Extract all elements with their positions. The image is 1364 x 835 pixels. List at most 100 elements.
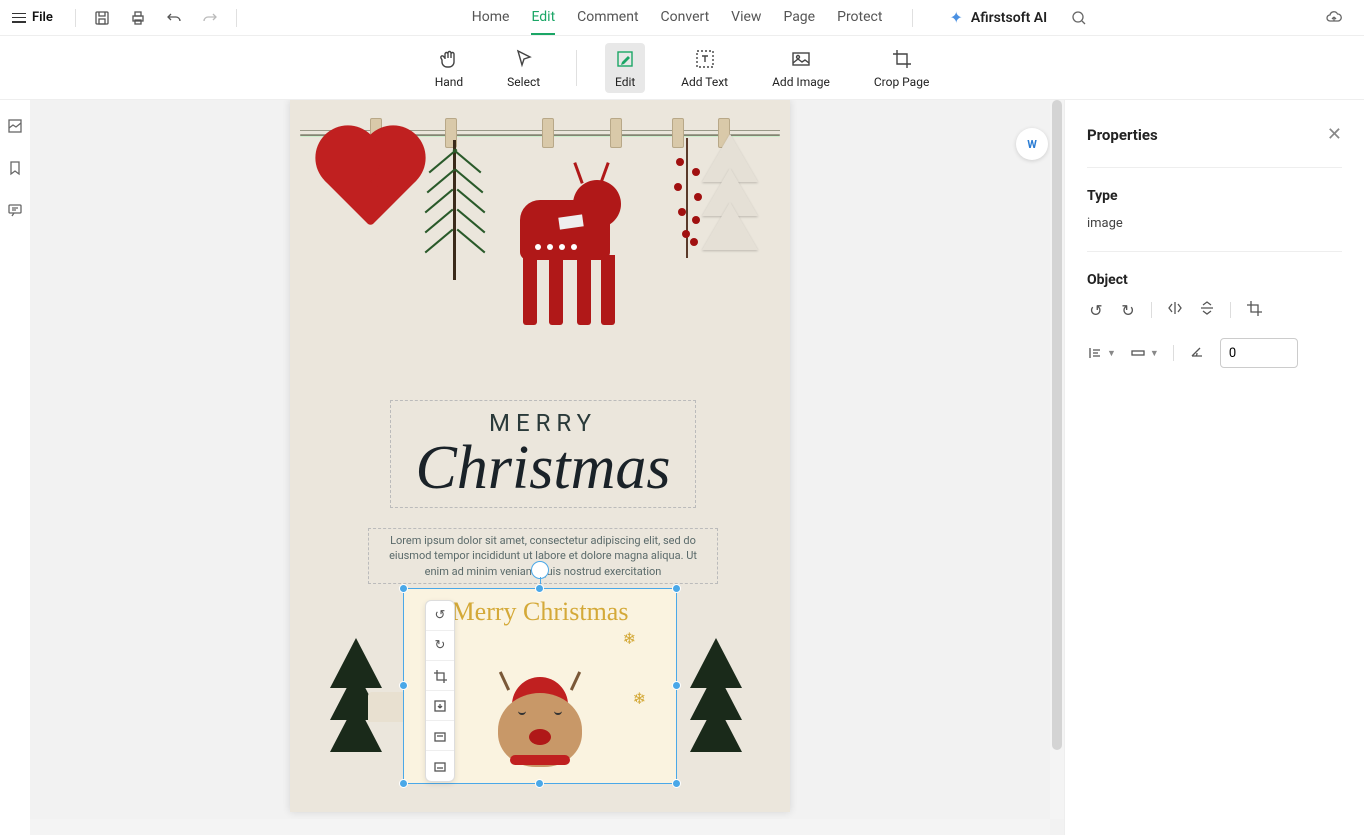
rotate-cw-icon[interactable]: ↻ bbox=[1119, 301, 1137, 320]
left-rail bbox=[0, 100, 30, 835]
ai-label: Afirstsoft AI bbox=[971, 10, 1047, 26]
text-icon bbox=[693, 47, 717, 71]
print-icon[interactable] bbox=[128, 8, 148, 28]
horizontal-scrollbar[interactable] bbox=[30, 819, 1050, 835]
edit-tool[interactable]: Edit bbox=[605, 43, 645, 93]
type-label: Type bbox=[1087, 188, 1342, 204]
separator bbox=[75, 9, 76, 27]
vertical-scrollbar[interactable] bbox=[1050, 100, 1064, 819]
redo-icon[interactable] bbox=[200, 8, 220, 28]
resize-handle-bm[interactable] bbox=[535, 779, 544, 788]
tab-page[interactable]: Page bbox=[783, 1, 815, 35]
heart-ornament bbox=[325, 135, 417, 227]
resize-handle-ml[interactable] bbox=[399, 681, 408, 690]
tab-view[interactable]: View bbox=[731, 1, 761, 35]
merry-text: MERRY bbox=[391, 409, 695, 437]
rotate-ccw-button[interactable]: ↺ bbox=[426, 601, 454, 631]
add-text-label: Add Text bbox=[681, 75, 728, 89]
chevron-down-icon: ▼ bbox=[1107, 348, 1116, 359]
add-image-label: Add Image bbox=[772, 75, 830, 89]
save-icon[interactable] bbox=[92, 8, 112, 28]
rotate-ccw-icon[interactable]: ↺ bbox=[1087, 301, 1105, 320]
crop-page-tool[interactable]: Crop Page bbox=[866, 43, 937, 93]
hand-icon bbox=[437, 47, 461, 71]
separator bbox=[236, 9, 237, 27]
chevron-down-icon: ▼ bbox=[1150, 348, 1159, 359]
menu-icon[interactable] bbox=[12, 13, 26, 23]
undo-icon[interactable] bbox=[164, 8, 184, 28]
resize-handle-br[interactable] bbox=[672, 779, 681, 788]
distribute-dropdown[interactable]: ▼ bbox=[1130, 345, 1159, 361]
comments-icon[interactable] bbox=[7, 202, 23, 222]
select-label: Select bbox=[507, 75, 540, 89]
arrange-button[interactable] bbox=[426, 751, 454, 781]
decoration-banner bbox=[290, 100, 790, 360]
bg-tree-right bbox=[690, 656, 750, 752]
hand-label: Hand bbox=[435, 75, 463, 89]
align-dropdown[interactable]: ▼ bbox=[1087, 345, 1116, 361]
object-label: Object bbox=[1087, 272, 1342, 288]
hand-tool[interactable]: Hand bbox=[427, 43, 471, 93]
main-area: MERRY Christmas Lorem ipsum dolor sit am… bbox=[0, 100, 1364, 835]
select-tool[interactable]: Select bbox=[499, 43, 548, 93]
tab-protect[interactable]: Protect bbox=[837, 1, 882, 35]
pine-branch bbox=[425, 140, 485, 290]
document-page[interactable]: MERRY Christmas Lorem ipsum dolor sit am… bbox=[290, 100, 790, 812]
scroll-thumb[interactable] bbox=[1052, 100, 1062, 750]
rotate-cw-button[interactable]: ↻ bbox=[426, 631, 454, 661]
resize-handle-bl[interactable] bbox=[399, 779, 408, 788]
resize-handle-tr[interactable] bbox=[672, 584, 681, 593]
extract-button[interactable] bbox=[426, 691, 454, 721]
reindeer-ornament bbox=[505, 160, 625, 330]
separator bbox=[1230, 302, 1231, 318]
cloud-upload-icon[interactable] bbox=[1324, 8, 1344, 28]
separator bbox=[1173, 345, 1174, 361]
add-text-tool[interactable]: Add Text bbox=[673, 43, 736, 93]
replace-button[interactable] bbox=[426, 721, 454, 751]
crop-button[interactable] bbox=[426, 661, 454, 691]
tree-ornament bbox=[702, 148, 762, 248]
resize-handle-tl[interactable] bbox=[399, 584, 408, 593]
top-toolbar: File Home Edit Comment Convert View Page… bbox=[0, 0, 1364, 36]
snowflake-icon: ❄ bbox=[633, 689, 646, 708]
search-icon[interactable] bbox=[1069, 8, 1089, 28]
cursor-icon bbox=[512, 47, 536, 71]
sparkle-icon: ✦ bbox=[949, 8, 962, 27]
properties-panel: Properties ✕ Type image Object ↺ ↻ ▼ ▼ bbox=[1064, 100, 1364, 835]
crop-label: Crop Page bbox=[874, 75, 929, 89]
title-text-box[interactable]: MERRY Christmas bbox=[390, 400, 696, 508]
snowflake-icon: ❄ bbox=[623, 629, 636, 648]
close-panel-button[interactable]: ✕ bbox=[1327, 124, 1342, 145]
word-export-button[interactable]: W bbox=[1016, 128, 1048, 160]
canvas[interactable]: MERRY Christmas Lorem ipsum dolor sit am… bbox=[30, 100, 1064, 835]
crop-object-icon[interactable] bbox=[1245, 300, 1263, 320]
edit-label: Edit bbox=[615, 75, 635, 89]
thumbnails-icon[interactable] bbox=[7, 118, 23, 138]
resize-handle-mr[interactable] bbox=[672, 681, 681, 690]
tab-convert[interactable]: Convert bbox=[661, 1, 710, 35]
crop-icon bbox=[890, 47, 914, 71]
add-image-tool[interactable]: Add Image bbox=[764, 43, 838, 93]
resize-handle-tm[interactable] bbox=[535, 584, 544, 593]
selection-toolbar: ↺ ↻ bbox=[425, 600, 455, 782]
tab-edit[interactable]: Edit bbox=[531, 1, 555, 35]
angle-icon bbox=[1188, 343, 1206, 363]
file-menu[interactable]: File bbox=[32, 10, 53, 25]
separator bbox=[576, 50, 577, 86]
rotation-input[interactable] bbox=[1220, 338, 1298, 368]
ai-button[interactable]: ✦ Afirstsoft AI bbox=[949, 8, 1047, 27]
bg-cabin bbox=[368, 692, 408, 722]
separator bbox=[1151, 302, 1152, 318]
bookmark-icon[interactable] bbox=[7, 160, 23, 180]
tab-home[interactable]: Home bbox=[472, 1, 510, 35]
tab-comment[interactable]: Comment bbox=[577, 1, 638, 35]
main-tabs: Home Edit Comment Convert View Page Prot… bbox=[472, 1, 883, 35]
edit-toolbar: Hand Select Edit Add Text Add Image Crop… bbox=[0, 36, 1364, 100]
flip-vertical-icon[interactable] bbox=[1198, 300, 1216, 320]
properties-title: Properties bbox=[1087, 126, 1158, 144]
image-icon bbox=[789, 47, 813, 71]
flip-horizontal-icon[interactable] bbox=[1166, 300, 1184, 320]
type-value: image bbox=[1087, 216, 1342, 231]
separator bbox=[912, 9, 913, 27]
reindeer-face bbox=[495, 679, 585, 769]
